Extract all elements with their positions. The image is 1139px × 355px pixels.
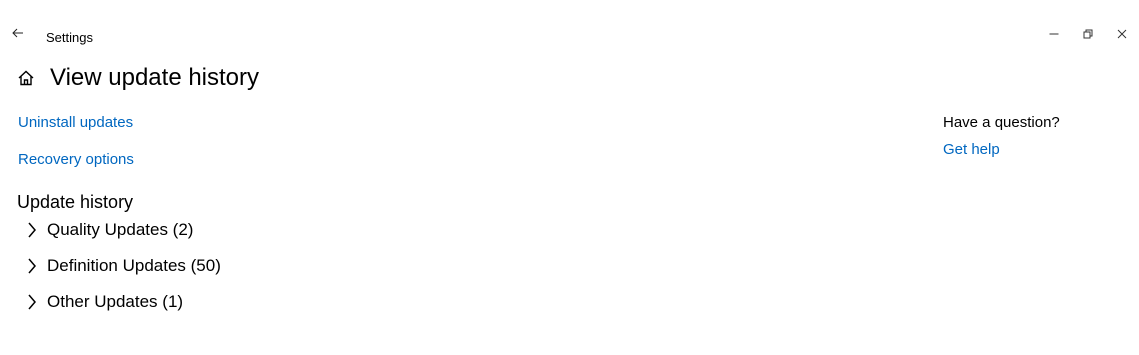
restore-icon <box>1083 29 1093 39</box>
title-bar: Settings <box>0 0 1139 60</box>
chevron-right-icon <box>24 220 40 240</box>
get-help-link[interactable]: Get help <box>943 140 1000 160</box>
definition-updates-group[interactable]: Definition Updates (50) <box>24 254 221 278</box>
group-label: Other Updates (1) <box>47 292 184 311</box>
settings-window: Settings View update history Uninstall u… <box>0 0 1139 355</box>
maximize-button[interactable] <box>1076 24 1100 44</box>
quality-updates-group[interactable]: Quality Updates (2) <box>24 218 193 242</box>
chevron-right-icon <box>24 292 40 312</box>
group-label: Definition Updates (50) <box>47 256 221 275</box>
close-icon <box>1117 29 1127 39</box>
page-title: View update history <box>50 64 260 91</box>
home-icon[interactable] <box>16 68 36 88</box>
page-header: View update history <box>16 62 259 94</box>
uninstall-updates-link[interactable]: Uninstall updates <box>18 113 133 133</box>
group-label: Quality Updates (2) <box>47 220 194 239</box>
close-button[interactable] <box>1110 24 1134 44</box>
chevron-right-icon <box>24 256 40 276</box>
update-history-heading: Update history <box>17 192 134 212</box>
other-updates-group[interactable]: Other Updates (1) <box>24 290 183 314</box>
minimize-button[interactable] <box>1042 24 1066 44</box>
window-title: Settings <box>46 30 93 45</box>
minimize-icon <box>1049 33 1059 35</box>
back-button[interactable] <box>6 22 30 44</box>
arrow-left-icon <box>12 28 23 38</box>
help-question-heading: Have a question? <box>943 114 1060 131</box>
recovery-options-link[interactable]: Recovery options <box>18 150 134 170</box>
